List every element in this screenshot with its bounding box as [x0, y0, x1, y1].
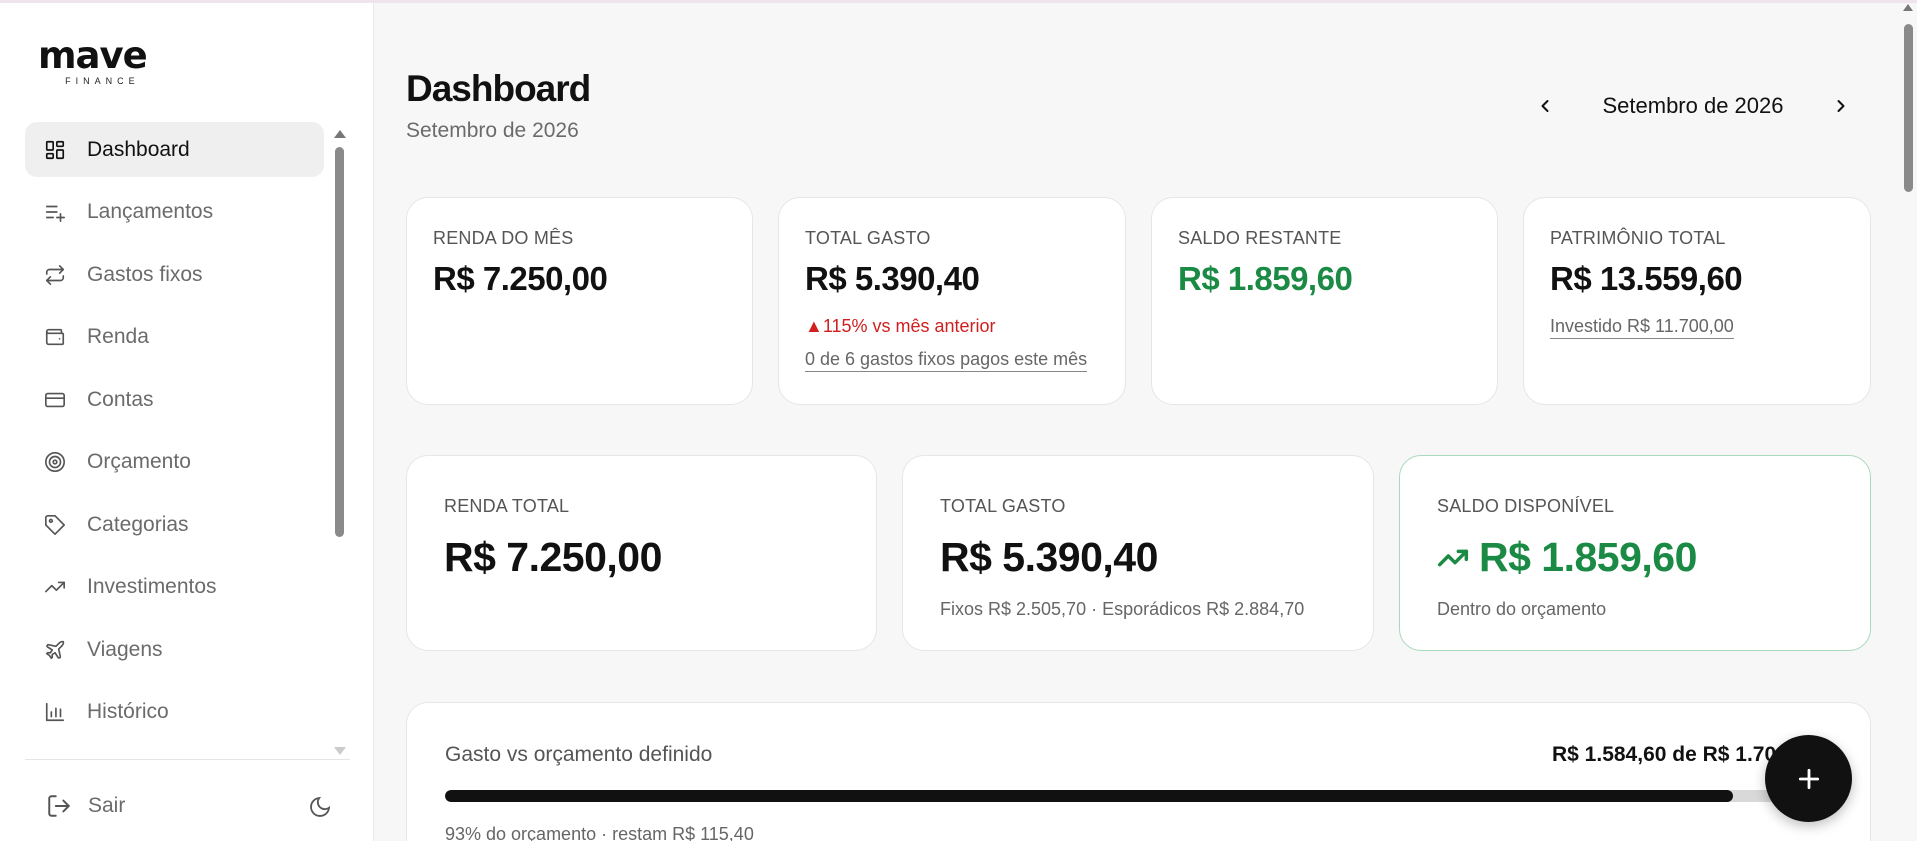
credit-card-icon: [43, 388, 67, 412]
card-label: TOTAL GASTO: [805, 228, 931, 248]
logo-subtitle: FINANCE: [65, 76, 140, 86]
sidebar-nav: Dashboard Lançamentos Gastos fixos Renda…: [25, 122, 324, 747]
add-transaction-button[interactable]: [1765, 735, 1852, 822]
scrollbar-thumb[interactable]: [335, 147, 344, 537]
app-logo[interactable]: mave FINANCE: [38, 34, 148, 86]
card-renda-total: RENDA TOTAL R$ 7.250,00: [406, 455, 877, 651]
sidebar-item-label: Lançamentos: [87, 200, 214, 223]
month-change-indicator: ▲115% vs mês anterior: [805, 316, 996, 336]
previous-month-button[interactable]: [1527, 88, 1563, 124]
card-saldo-restante: SALDO RESTANTE R$ 1.859,60: [1151, 197, 1498, 405]
scroll-up-arrow-icon[interactable]: [334, 130, 346, 138]
invested-amount-link[interactable]: Investido R$ 11.700,00: [1550, 316, 1734, 339]
page-subtitle: Setembro de 2026: [406, 119, 579, 142]
sidebar-item-label: Renda: [87, 325, 149, 348]
sidebar-item-gastos-fixos[interactable]: Gastos fixos: [25, 247, 324, 302]
moon-icon: [310, 796, 331, 817]
sidebar-item-contas[interactable]: Contas: [25, 372, 324, 427]
month-selector: Setembro de 2026: [1527, 88, 1859, 124]
sidebar-item-label: Dashboard: [87, 137, 190, 161]
card-value: R$ 7.250,00: [433, 260, 608, 297]
chevron-right-icon: [1837, 100, 1845, 112]
scroll-down-arrow-icon[interactable]: [334, 747, 346, 755]
tag-icon: [43, 513, 67, 537]
logout-icon: [48, 795, 70, 817]
sidebar-item-label: Gastos fixos: [87, 262, 203, 286]
card-value: R$ 5.390,40: [940, 534, 1158, 580]
plane-icon: [43, 638, 67, 662]
sidebar-item-label: Histórico: [87, 700, 169, 723]
sidebar-item-historico[interactable]: Histórico: [25, 685, 324, 740]
card-label: RENDA DO MÊS: [433, 228, 574, 248]
card-patrimonio-total: PATRIMÔNIO TOTAL R$ 13.559,60 Investido …: [1523, 197, 1871, 405]
sidebar-divider: [25, 759, 350, 760]
card-saldo-disponivel: SALDO DISPONÍVEL R$ 1.859,60 Dentro do o…: [1399, 455, 1871, 651]
expense-breakdown: Fixos R$ 2.505,70 · Esporádicos R$ 2.884…: [940, 599, 1305, 619]
card-value: R$ 13.559,60: [1550, 260, 1743, 297]
budget-progress-card: Gasto vs orçamento definido R$ 1.584,60 …: [406, 702, 1871, 841]
card-total-gasto-breakdown: TOTAL GASTO R$ 5.390,40 Fixos R$ 2.505,7…: [902, 455, 1374, 651]
budget-progress-fill: [445, 790, 1734, 802]
page-scrollbar[interactable]: [1903, 4, 1914, 841]
target-icon: [43, 450, 67, 474]
scrollbar-thumb[interactable]: [1904, 24, 1913, 192]
sidebar-item-label: Viagens: [87, 637, 163, 661]
sidebar-item-orcamento[interactable]: Orçamento: [25, 435, 324, 490]
card-value: R$ 1.859,60: [1178, 260, 1353, 297]
chevron-left-icon: [1541, 100, 1549, 112]
card-value: R$ 1.859,60: [1479, 534, 1697, 580]
trending-up-icon: [1437, 549, 1469, 566]
grid-icon: [43, 138, 67, 162]
card-label: SALDO RESTANTE: [1178, 228, 1342, 248]
sidebar: mave FINANCE Dashboard Lançamentos Gasto…: [0, 3, 374, 841]
sidebar-item-label: Orçamento: [87, 450, 191, 473]
theme-toggle-button[interactable]: [308, 795, 334, 821]
sidebar-item-label: Contas: [87, 387, 154, 411]
budget-status: Dentro do orçamento: [1437, 599, 1607, 619]
logout-button[interactable]: Sair: [46, 793, 125, 819]
sidebar-item-renda[interactable]: Renda: [25, 310, 324, 365]
card-value: R$ 5.390,40: [805, 260, 980, 297]
scroll-up-arrow-icon[interactable]: [1903, 4, 1913, 11]
page-title: Dashboard: [406, 68, 591, 109]
card-label: PATRIMÔNIO TOTAL: [1550, 228, 1726, 248]
budget-title: Gasto vs orçamento definido: [445, 743, 713, 766]
budget-progress-bar: [445, 790, 1830, 802]
current-month-label: Setembro de 2026: [1602, 93, 1784, 118]
repeat-icon: [43, 263, 67, 287]
trending-up-icon: [43, 575, 67, 599]
sidebar-item-dashboard[interactable]: Dashboard: [25, 122, 324, 177]
list-plus-icon: [43, 200, 67, 224]
wallet-icon: [43, 325, 67, 349]
sidebar-item-label: Investimentos: [87, 575, 217, 598]
logout-label: Sair: [88, 794, 126, 817]
budget-footer: 93% do orçamento · restam R$ 115,40: [445, 824, 754, 841]
logo-wordmark: mave: [38, 34, 148, 77]
card-renda-do-mes: RENDA DO MÊS R$ 7.250,00: [406, 197, 753, 405]
card-total-gasto: TOTAL GASTO R$ 5.390,40 ▲115% vs mês ant…: [778, 197, 1126, 405]
card-label: SALDO DISPONÍVEL: [1437, 496, 1615, 516]
plus-icon: [1798, 768, 1819, 789]
sidebar-item-investimentos[interactable]: Investimentos: [25, 560, 324, 615]
card-value: R$ 7.250,00: [444, 534, 662, 580]
next-month-button[interactable]: [1823, 88, 1859, 124]
card-label: RENDA TOTAL: [444, 496, 570, 516]
fixed-expenses-link[interactable]: 0 de 6 gastos fixos pagos este mês: [805, 349, 1088, 372]
sidebar-item-categorias[interactable]: Categorias: [25, 497, 324, 552]
bar-chart-icon: [43, 700, 67, 724]
card-label: TOTAL GASTO: [940, 496, 1066, 516]
sidebar-item-lancamentos[interactable]: Lançamentos: [25, 185, 324, 240]
sidebar-item-viagens[interactable]: Viagens: [25, 622, 324, 677]
sidebar-scrollbar[interactable]: [333, 130, 346, 755]
sidebar-item-label: Categorias: [87, 512, 189, 536]
card-value-row: R$ 1.859,60: [1437, 534, 1697, 581]
